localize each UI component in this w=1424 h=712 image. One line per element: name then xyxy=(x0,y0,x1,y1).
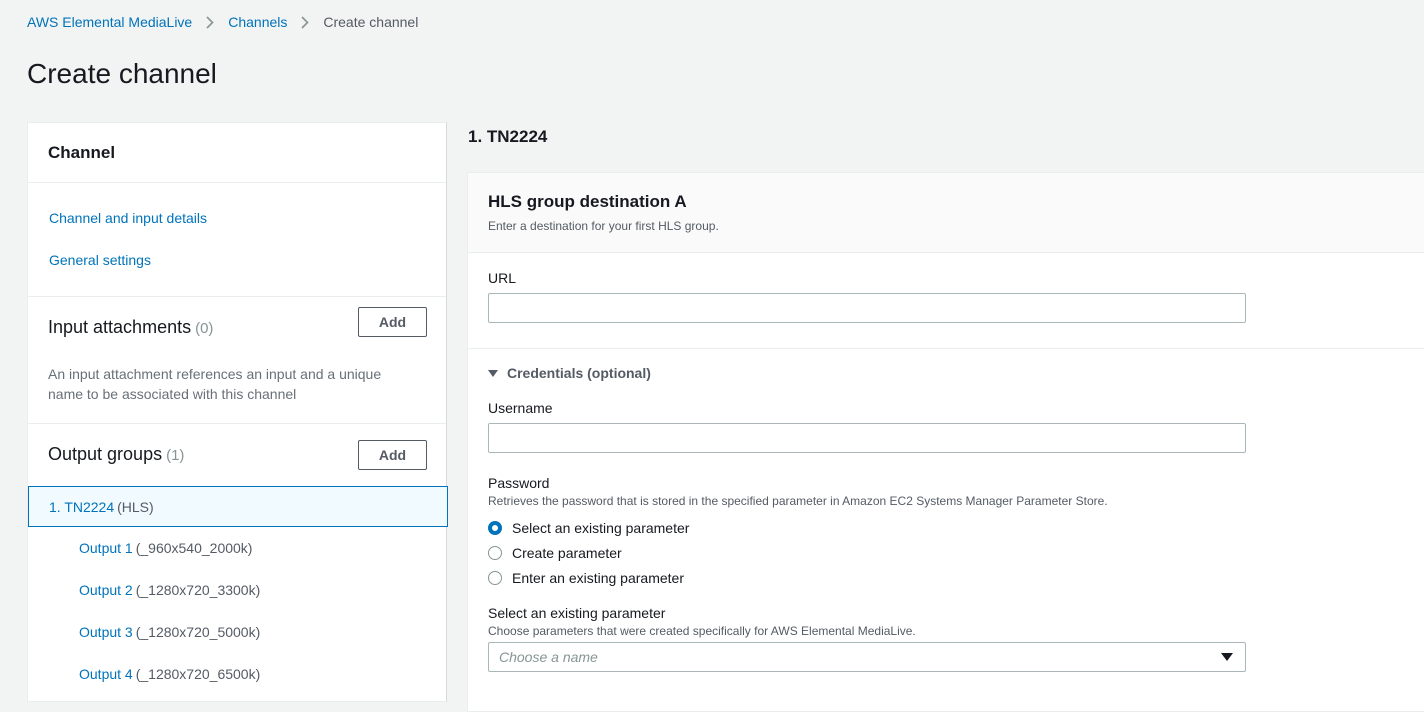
nav-general-settings[interactable]: General settings xyxy=(49,252,151,268)
radio-select-existing[interactable]: Select an existing parameter xyxy=(488,520,689,536)
select-parameter-label: Select an existing parameter xyxy=(488,605,666,621)
output-suffix: (_1280x720_5000k) xyxy=(135,624,261,640)
nav-channel-input-details[interactable]: Channel and input details xyxy=(49,210,207,226)
output-item[interactable]: Output 2 (_1280x720_3300k) xyxy=(79,582,260,598)
input-attachments-title: Input attachments (0) xyxy=(48,317,213,338)
output-suffix: (_1280x720_6500k) xyxy=(135,666,261,682)
credentials-expander[interactable]: Credentials (optional) xyxy=(488,365,651,381)
channel-navigation-panel: Channel Channel and input details Genera… xyxy=(27,122,448,702)
output-label: Output 2 xyxy=(79,582,133,598)
breadcrumb-medialive[interactable]: AWS Elemental MediaLive xyxy=(27,14,192,30)
url-input[interactable] xyxy=(488,293,1246,323)
radio-create-parameter[interactable]: Create parameter xyxy=(488,545,622,561)
page-title: Create channel xyxy=(27,58,217,89)
input-attachments-label: Input attachments xyxy=(48,317,192,337)
output-groups-count: (1) xyxy=(166,447,185,464)
output-suffix: (_1280x720_3300k) xyxy=(135,582,261,598)
output-group-item[interactable]: 1. TN2224 (HLS) xyxy=(28,486,448,527)
output-suffix: (_960x540_2000k) xyxy=(135,540,253,556)
chevron-right-icon xyxy=(301,15,310,29)
radio-enter-existing[interactable]: Enter an existing parameter xyxy=(488,570,684,586)
radio-unchecked-icon xyxy=(488,546,502,560)
username-label: Username xyxy=(488,400,553,416)
output-groups-label: Output groups xyxy=(48,444,163,464)
output-label: Output 4 xyxy=(79,666,133,682)
caret-down-icon xyxy=(1221,653,1233,661)
url-label: URL xyxy=(488,270,517,286)
output-group-type: (HLS) xyxy=(117,498,154,515)
hls-destination-description: Enter a destination for your first HLS g… xyxy=(488,219,719,233)
password-label: Password xyxy=(488,475,550,491)
select-parameter-description: Choose parameters that were created spec… xyxy=(488,624,916,638)
caret-down-icon xyxy=(488,369,498,377)
add-input-attachment-button[interactable]: Add xyxy=(358,307,427,337)
output-item[interactable]: Output 4 (_1280x720_6500k) xyxy=(79,666,260,682)
output-group-label: 1. TN2224 xyxy=(49,498,115,515)
output-label: Output 3 xyxy=(79,624,133,640)
divider xyxy=(28,423,446,424)
hls-destination-panel: HLS group destination A Enter a destinat… xyxy=(467,172,1424,712)
radio-label: Create parameter xyxy=(512,545,622,561)
credentials-label: Credentials (optional) xyxy=(507,365,651,381)
output-item[interactable]: Output 1 (_960x540_2000k) xyxy=(79,540,252,556)
select-placeholder: Choose a name xyxy=(499,649,598,665)
input-attachments-description: An input attachment references an input … xyxy=(48,366,382,402)
hls-destination-header: HLS group destination A Enter a destinat… xyxy=(468,173,1424,253)
radio-checked-icon xyxy=(488,521,502,535)
add-output-group-button[interactable]: Add xyxy=(358,440,427,470)
hls-destination-title: HLS group destination A xyxy=(488,192,687,211)
radio-label: Enter an existing parameter xyxy=(512,570,684,586)
divider xyxy=(28,296,446,297)
password-description: Retrieves the password that is stored in… xyxy=(488,494,1108,508)
output-groups-title: Output groups (1) xyxy=(48,444,184,465)
channel-panel-header: Channel xyxy=(28,123,446,183)
output-label: Output 1 xyxy=(79,540,133,556)
username-input[interactable] xyxy=(488,423,1246,453)
input-attachments-count: (0) xyxy=(195,320,214,337)
radio-label: Select an existing parameter xyxy=(512,520,690,536)
radio-unchecked-icon xyxy=(488,571,502,585)
output-group-section-title: 1. TN2224 xyxy=(468,127,548,146)
chevron-right-icon xyxy=(206,15,214,29)
parameter-name-select[interactable]: Choose a name xyxy=(488,642,1246,672)
breadcrumb: AWS Elemental MediaLive Channels Create … xyxy=(27,13,418,31)
output-item[interactable]: Output 3 (_1280x720_5000k) xyxy=(79,624,260,640)
divider xyxy=(468,348,1424,349)
breadcrumb-current: Create channel xyxy=(323,14,419,30)
breadcrumb-channels[interactable]: Channels xyxy=(228,14,287,30)
